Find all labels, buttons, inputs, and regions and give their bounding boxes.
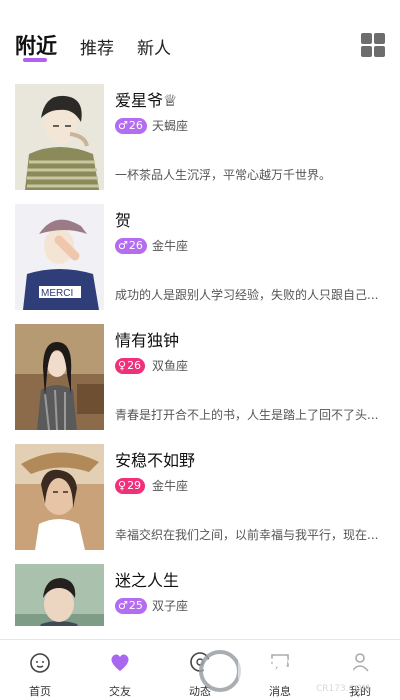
nav-label: 首页 (29, 685, 51, 698)
avatar: MERCI (15, 204, 104, 310)
avatar (15, 84, 104, 190)
gender-age-badge: ♂ 26 (115, 118, 147, 134)
age-value: 26 (128, 119, 143, 132)
active-tab-indicator (23, 58, 47, 62)
heart-icon (111, 654, 129, 671)
list-item[interactable]: 爱星爷♕ ♂ 26 天蝎座 一杯茶品人生沉浮，平常心越万千世界。 (0, 74, 400, 192)
zodiac-sign: 天蝎座 (152, 119, 189, 133)
grid-view-icon[interactable] (361, 33, 385, 57)
age-value: 29 (127, 479, 142, 492)
avatar (15, 324, 104, 430)
nav-home[interactable]: 首页 (5, 640, 75, 700)
age-value: 26 (128, 239, 143, 252)
age-value: 26 (127, 359, 142, 372)
user-bio: 成功的人是跟别人学习经验，失败的人只跟自己... (115, 288, 379, 302)
gender-age-badge: ♀ 26 (115, 358, 146, 374)
gender-age-badge: ♀ 29 (115, 478, 146, 494)
avatar (15, 564, 104, 626)
gender-age-badge: ♂ 25 (115, 598, 147, 614)
age-value: 25 (128, 599, 143, 612)
top-tab-bar: 附近 推荐 新人 (0, 0, 400, 68)
user-name: 情有独钟 (115, 331, 180, 350)
list-item[interactable]: 情有独钟 ♀ 26 双鱼座 青春是打开合不上的书，人生是踏上了回不了头... (0, 314, 400, 432)
user-bio: 幸福交织在我们之间，以前幸福与我平行，现在... (115, 528, 379, 542)
nav-friends[interactable]: 交友 (85, 640, 155, 700)
svg-text:MERCI: MERCI (41, 288, 73, 299)
user-bio: 青春是打开合不上的书，人生是踏上了回不了头... (115, 408, 379, 422)
tab-recommend[interactable]: 推荐 (80, 34, 114, 59)
zodiac-sign: 金牛座 (152, 479, 189, 493)
home-face-icon (30, 653, 50, 673)
list-item[interactable]: MERCI 贺 ♂ 26 金牛座 成功的人是跟别人学习经验，失败的人只跟自己..… (0, 194, 400, 312)
male-icon: ♂ (118, 239, 128, 252)
user-name: 贺 (115, 211, 132, 230)
male-icon: ♂ (118, 119, 128, 132)
user-name: 迷之人生 (115, 571, 180, 590)
watermark-text: 西西软件园 (244, 657, 354, 683)
zodiac-sign: 双子座 (152, 599, 189, 613)
male-icon: ♂ (118, 599, 128, 612)
gender-age-badge: ♂ 26 (115, 238, 147, 254)
avatar (15, 444, 104, 550)
list-item[interactable]: 迷之人生 ♂ 25 双子座 (0, 554, 400, 626)
female-icon: ♀ (118, 359, 127, 372)
tab-newcomers[interactable]: 新人 (137, 34, 171, 59)
user-list: 爱星爷♕ ♂ 26 天蝎座 一杯茶品人生沉浮，平常心越万千世界。 MERCI 贺… (0, 74, 400, 626)
female-icon: ♀ (118, 479, 127, 492)
user-bio: 一杯茶品人生沉浮，平常心越万千世界。 (115, 168, 332, 182)
list-item[interactable]: 安稳不如野 ♀ 29 金牛座 幸福交织在我们之间，以前幸福与我平行，现在... (0, 434, 400, 552)
nav-label: 交友 (109, 685, 131, 698)
zodiac-sign: 金牛座 (152, 239, 189, 253)
tab-nearby[interactable]: 附近 (15, 30, 57, 60)
zodiac-sign: 双鱼座 (152, 359, 189, 373)
watermark-url: CR173.COM (316, 684, 370, 694)
watermark-logo: 西西软件园 CR173.COM (199, 650, 378, 694)
user-name: 爱星爷♕ (115, 91, 178, 110)
user-name: 安稳不如野 (115, 451, 196, 470)
